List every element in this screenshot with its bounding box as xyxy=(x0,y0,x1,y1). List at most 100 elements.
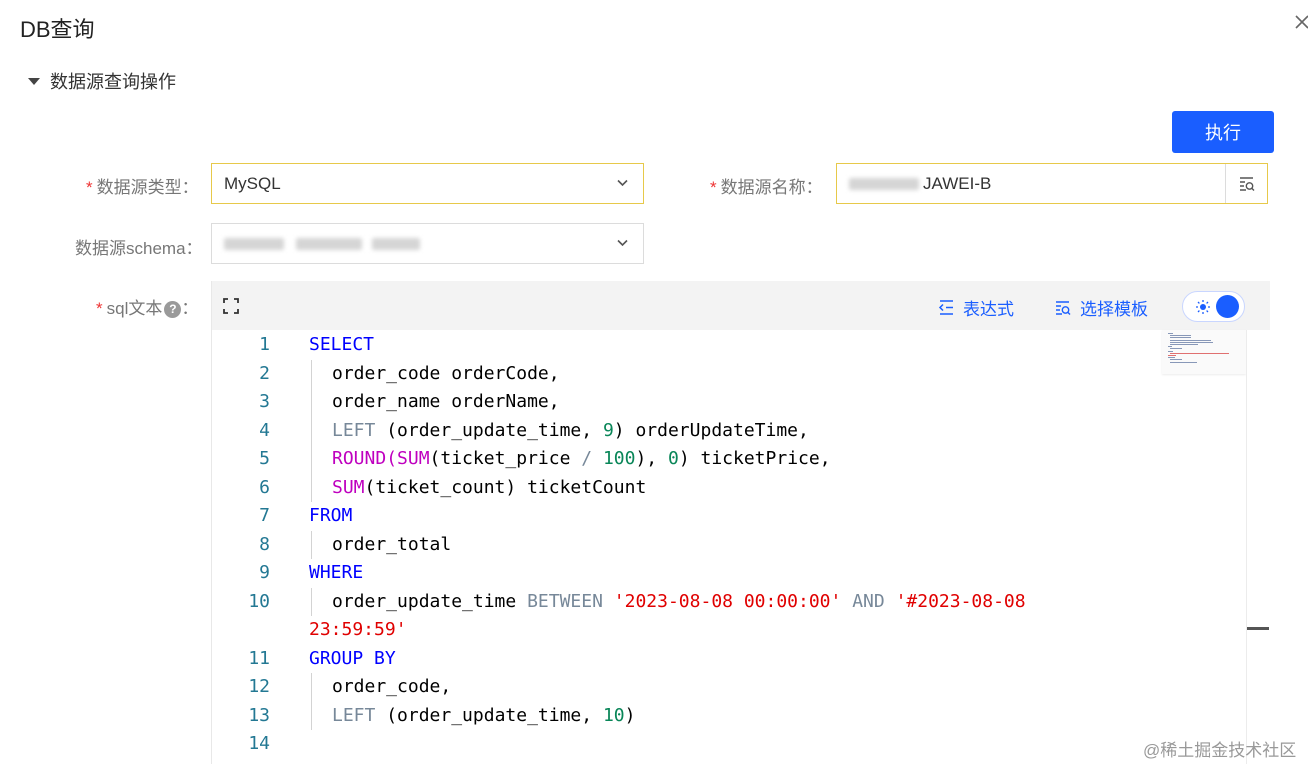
code-token: ) ticketPrice, xyxy=(678,448,831,469)
line-number: 6 xyxy=(259,476,270,498)
code-token: 23:59:59' xyxy=(309,619,407,640)
code-token: order_code, xyxy=(332,676,452,697)
line-number: 11 xyxy=(248,647,270,669)
line-number: 1 xyxy=(259,334,270,355)
redacted-text xyxy=(849,177,919,190)
datasource-type-select[interactable]: MySQL xyxy=(211,163,644,204)
fullscreen-icon[interactable] xyxy=(222,297,240,315)
code-token: GROUP BY xyxy=(309,647,396,669)
minimap-line xyxy=(1170,335,1191,337)
code-token: SUM xyxy=(397,448,430,469)
indent-guide xyxy=(311,587,312,616)
datasource-schema-label: 数据源schema： xyxy=(75,234,203,259)
code-token: WHERE xyxy=(309,562,364,583)
datasource-name-label: * 数据源名称： xyxy=(710,173,823,198)
theme-toggle[interactable] xyxy=(1182,291,1245,322)
sql-editor[interactable]: 表达式 选择模板 1 SELECT 2 order_code orderCode, 3 o… xyxy=(211,281,1270,764)
code-token: FROM xyxy=(309,505,353,526)
code-token: SUM xyxy=(332,476,365,498)
minimap-line xyxy=(1170,337,1191,339)
line-number: 13 xyxy=(248,704,270,726)
code-text: order_name orderName, xyxy=(332,388,560,416)
code-area[interactable]: 1 SELECT 2 order_code orderCode, 3 order_name… xyxy=(212,330,1246,764)
minimap-line xyxy=(1168,333,1174,334)
code-token: BETWEEN xyxy=(527,590,603,612)
expression-button[interactable]: 表达式 xyxy=(938,295,1014,320)
scroll-position-marker xyxy=(1247,627,1269,630)
code-text: order_code orderCode, xyxy=(332,360,560,388)
expression-label: 表达式 xyxy=(963,300,1014,319)
datasource-schema-select[interactable] xyxy=(211,223,644,264)
toggle-knob xyxy=(1216,295,1239,318)
code-token: ), xyxy=(635,448,668,469)
line-number: 9 xyxy=(259,562,270,583)
indent-guide xyxy=(311,673,312,730)
datasource-name-field[interactable]: JAWEI-B xyxy=(836,163,1268,204)
redacted-text xyxy=(224,237,284,250)
code-token: (order_update_time, xyxy=(375,419,603,441)
code-token: / xyxy=(581,448,593,469)
code-text: WHERE xyxy=(309,559,363,587)
code-token: 100 xyxy=(602,448,636,469)
label-colon: ： xyxy=(805,178,823,197)
chevron-down-icon xyxy=(617,239,628,247)
required-mark: * xyxy=(710,178,717,197)
line-number: 8 xyxy=(259,533,270,555)
lookup-button[interactable] xyxy=(1225,164,1267,203)
section-header[interactable]: 数据源查询操作 xyxy=(28,68,176,94)
label-colon: ： xyxy=(185,239,203,258)
code-text: LEFT (order_update_time, 10) xyxy=(332,702,635,730)
redacted-text xyxy=(372,237,420,250)
code-token: SELECT xyxy=(309,334,375,355)
line-number: 5 xyxy=(259,448,270,469)
line-number: 10 xyxy=(248,590,270,612)
code-token: '#2023-08-08 xyxy=(895,590,1026,612)
expression-icon xyxy=(938,300,953,315)
code-text: SUM(ticket_count) ticketCount xyxy=(332,474,646,502)
code-text: SELECT xyxy=(309,331,374,359)
vertical-scrollbar[interactable] xyxy=(1246,330,1270,764)
close-icon[interactable] xyxy=(1294,14,1308,30)
datasource-name-value: JAWEI-B xyxy=(923,173,992,193)
required-mark: * xyxy=(96,299,103,318)
chevron-down-icon xyxy=(617,179,628,187)
sql-text-label: * sql文本?： xyxy=(96,294,198,319)
line-number: 12 xyxy=(248,676,270,697)
code-text: LEFT (order_update_time, 9) orderUpdateT… xyxy=(332,417,809,445)
minimap-line xyxy=(1170,339,1212,341)
code-token: LEFT xyxy=(332,419,376,441)
line-number: 2 xyxy=(259,362,270,384)
code-token: AND xyxy=(852,590,885,612)
code-token: 9 xyxy=(602,419,614,441)
label-text: 数据源名称 xyxy=(720,178,806,197)
watermark: @稀土掘金技术社区 xyxy=(1143,741,1297,760)
section-title: 数据源查询操作 xyxy=(50,72,176,92)
minimap-line xyxy=(1170,344,1198,345)
code-token: '2023-08-08 00:00:00' xyxy=(613,590,842,612)
minimap-line xyxy=(1168,350,1173,352)
execute-button[interactable]: 执行 xyxy=(1172,111,1274,153)
code-token: order_total xyxy=(332,533,452,555)
code-token: LEFT xyxy=(332,704,376,726)
line-number: 14 xyxy=(248,733,270,754)
indent-guide xyxy=(311,359,312,502)
label-colon: ： xyxy=(181,178,199,197)
dialog-title: DB查询 xyxy=(20,17,95,42)
help-icon[interactable]: ? xyxy=(164,301,182,318)
minimap-line xyxy=(1170,361,1197,363)
label-colon: ： xyxy=(181,299,199,318)
code-token: order_code orderCode, xyxy=(332,362,560,384)
collapse-caret-icon xyxy=(28,77,40,85)
editor-toolbar: 表达式 选择模板 xyxy=(212,281,1270,330)
minimap[interactable] xyxy=(1162,330,1246,374)
minimap-line xyxy=(1170,348,1182,350)
code-text: ROUND(SUM(ticket_price / 100), 0) ticket… xyxy=(332,445,831,473)
minimap-line xyxy=(1170,341,1214,343)
select-template-button[interactable]: 选择模板 xyxy=(1054,295,1148,320)
code-text: FROM xyxy=(309,502,352,530)
code-text: order_code, xyxy=(332,673,451,701)
code-token: (ticket_price xyxy=(429,448,582,469)
label-text: 数据源类型 xyxy=(96,178,182,197)
